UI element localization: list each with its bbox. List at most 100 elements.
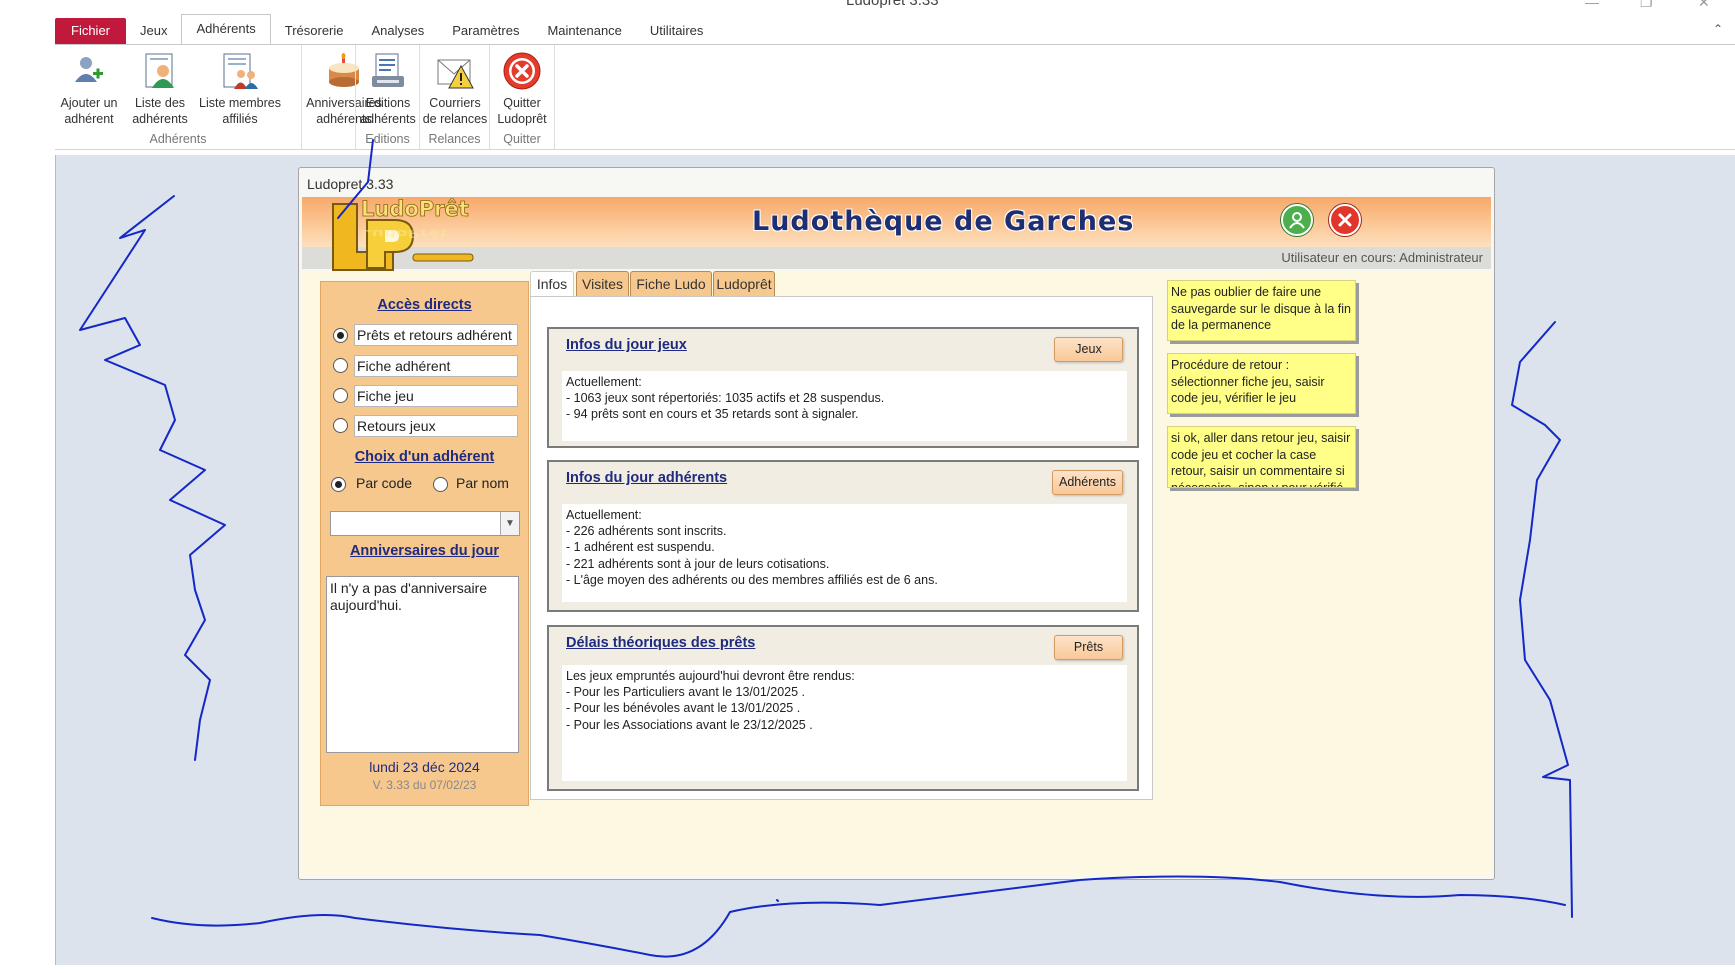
note-backup-reminder: Ne pas oublier de faire une sauvegarde s… bbox=[1167, 280, 1356, 341]
ribbon-group-relances: Courriers de relances Relances bbox=[420, 45, 490, 149]
form-body: Accès directs Prêts et retours adhérent … bbox=[302, 271, 1491, 876]
tab-fichier[interactable]: Fichier bbox=[55, 18, 127, 44]
ribbon-group-label-quitter: Quitter bbox=[503, 132, 541, 146]
member-list-button[interactable]: Liste des adhérents bbox=[127, 51, 193, 127]
tab-analyses[interactable]: Analyses bbox=[358, 18, 439, 44]
by-code-label: Par code bbox=[356, 475, 413, 491]
user-icon bbox=[1289, 212, 1305, 229]
members-line-4: - 221 adhérents sont à jour de leurs cot… bbox=[566, 556, 830, 571]
members-info-title: Infos du jour adhérents bbox=[566, 470, 728, 486]
editions-label-2: adhérents bbox=[360, 112, 416, 126]
affiliated-list-label-2: affiliés bbox=[222, 112, 258, 126]
reminders-label-1: Courriers bbox=[429, 96, 481, 110]
ribbon-group-label-editions: Editions bbox=[365, 132, 410, 146]
tab-maintenance[interactable]: Maintenance bbox=[533, 18, 635, 44]
minimize-icon[interactable]: — bbox=[1585, 0, 1599, 10]
logo-text-reflection: LudoPrêt bbox=[361, 227, 449, 239]
reminders-button[interactable]: Courriers de relances bbox=[421, 51, 489, 127]
editions-button[interactable]: Editions adhérents bbox=[358, 51, 418, 127]
tab-parametres[interactable]: Paramètres bbox=[438, 18, 533, 44]
close-window-icon[interactable]: ✕ bbox=[1698, 0, 1710, 11]
add-member-label-2: adhérent bbox=[64, 112, 114, 126]
direct-access-loans-returns[interactable]: Prêts et retours adhérent bbox=[354, 324, 518, 346]
members-line-1: Actuellement: bbox=[566, 508, 642, 522]
direct-access-heading: Accès directs bbox=[377, 297, 472, 313]
member-select[interactable]: ▼ bbox=[330, 511, 520, 536]
tab-fiche-ludo[interactable]: Fiche Ludo bbox=[630, 271, 712, 297]
ludopret-logo: LudoPrêt LudoPrêt bbox=[327, 196, 475, 278]
by-name-label: Par nom bbox=[456, 475, 509, 491]
collapse-ribbon-icon[interactable]: ⌃ bbox=[1713, 22, 1723, 36]
radio-game-record[interactable] bbox=[333, 388, 348, 403]
version-label: V. 3.33 du 07/02/23 bbox=[372, 778, 477, 792]
games-button[interactable]: Jeux bbox=[1054, 337, 1123, 362]
direct-access-game-record[interactable]: Fiche jeu bbox=[354, 385, 518, 407]
member-list-icon bbox=[140, 51, 180, 91]
loans-info-title: Délais théoriques des prêts bbox=[566, 635, 756, 651]
loans-button[interactable]: Prêts bbox=[1054, 635, 1123, 660]
tab-ludopret[interactable]: Ludoprêt bbox=[713, 271, 775, 297]
tab-infos[interactable]: Infos bbox=[530, 271, 574, 298]
logo-text: LudoPrêt bbox=[361, 197, 469, 221]
affiliated-list-button[interactable]: Liste membres affiliés bbox=[198, 51, 282, 127]
members-button[interactable]: Adhérents bbox=[1052, 470, 1123, 495]
tab-jeux[interactable]: Jeux bbox=[126, 18, 181, 44]
radio-by-code[interactable] bbox=[331, 477, 346, 492]
members-line-2: - 226 adhérents sont inscrits. bbox=[566, 524, 727, 539]
ribbon-tabs: Fichier Jeux Adhérents Trésorerie Analys… bbox=[55, 14, 717, 44]
app-title: Ludopret 3.33 bbox=[846, 0, 939, 9]
restore-icon[interactable]: ❐ bbox=[1640, 0, 1653, 11]
radio-member-record[interactable] bbox=[333, 358, 348, 373]
user-login-button[interactable] bbox=[1281, 204, 1313, 236]
affiliated-list-icon bbox=[220, 51, 260, 91]
add-member-button[interactable]: Ajouter un adhérent bbox=[57, 51, 121, 127]
close-form-button[interactable] bbox=[1329, 204, 1361, 236]
note-return-procedure: Procédure de retour : sélectionner fiche… bbox=[1167, 353, 1356, 414]
add-user-icon bbox=[69, 51, 109, 91]
ribbon-group-editions: Editions adhérents Editions bbox=[355, 45, 420, 149]
radio-by-name[interactable] bbox=[433, 477, 448, 492]
ribbon-group-quitter: Quitter Ludoprêt Quitter bbox=[490, 45, 555, 149]
loans-info-box: Délais théoriques des prêts Prêts Les je… bbox=[547, 625, 1139, 791]
chevron-down-icon[interactable]: ▼ bbox=[500, 512, 519, 535]
left-panel: Accès directs Prêts et retours adhérent … bbox=[320, 281, 529, 806]
games-info-box: Infos du jour jeux Jeux Actuellement: - … bbox=[547, 327, 1139, 448]
tab-visites[interactable]: Visites bbox=[576, 271, 629, 297]
radio-loans-returns[interactable] bbox=[333, 328, 348, 343]
ribbon-body: Ajouter un adhérent Liste des adhérents … bbox=[55, 44, 1735, 150]
members-info-text: Actuellement: - 226 adhérents sont inscr… bbox=[562, 504, 1127, 602]
member-list-label-1: Liste des bbox=[134, 96, 186, 110]
main-form-window: Ludopret 3.33 Ludothèque de Garches Util… bbox=[298, 167, 1495, 880]
ribbon-group-adherents: Ajouter un adhérent Liste des adhérents … bbox=[55, 45, 302, 149]
close-red-icon bbox=[502, 51, 542, 91]
loans-line-4: - Pour les Associations avant le 23/12/2… bbox=[566, 717, 813, 732]
direct-access-member-record[interactable]: Fiche adhérent bbox=[354, 355, 518, 377]
quit-label-1: Quitter bbox=[503, 96, 541, 110]
reminders-label-2: de relances bbox=[422, 112, 488, 126]
member-choice-heading: Choix d'un adhérent bbox=[354, 449, 495, 465]
games-line-2: - 1063 jeux sont répertoriés: 1035 actif… bbox=[566, 391, 885, 406]
direct-access-game-returns[interactable]: Retours jeux bbox=[354, 415, 518, 437]
members-line-5: - L'âge moyen des adhérents ou des membr… bbox=[566, 572, 938, 587]
games-info-text: Actuellement: - 1063 jeux sont répertori… bbox=[562, 371, 1127, 441]
tab-tresorerie[interactable]: Trésorerie bbox=[271, 18, 358, 44]
games-line-3: - 94 prêts sont en cours et 35 retards s… bbox=[566, 407, 859, 422]
loans-line-1: Les jeux empruntés aujourd'hui devront ê… bbox=[566, 669, 855, 683]
quit-ribbon-button[interactable]: Quitter Ludoprêt bbox=[492, 51, 552, 127]
birthdays-textbox[interactable]: Il n'y a pas d'anniversaire aujourd'hui. bbox=[326, 576, 519, 753]
tab-utilitaires[interactable]: Utilitaires bbox=[636, 18, 717, 44]
affiliated-list-label-1: Liste membres bbox=[199, 96, 281, 110]
ribbon-group-label-adherents: Adhérents bbox=[149, 132, 207, 146]
games-line-1: Actuellement: bbox=[566, 375, 642, 389]
tab-adherents[interactable]: Adhérents bbox=[181, 14, 271, 44]
library-title: Ludothèque de Garches bbox=[752, 206, 1135, 237]
loans-line-2: - Pour les Particuliers avant le 13/01/2… bbox=[566, 685, 806, 700]
radio-game-returns[interactable] bbox=[333, 418, 348, 433]
title-bar: Ludopret 3.33 — ❐ ✕ bbox=[0, 0, 1735, 12]
loans-line-3: - Pour les bénévoles avant le 13/01/2025… bbox=[566, 701, 801, 716]
print-icon bbox=[368, 51, 408, 91]
loans-info-text: Les jeux empruntés aujourd'hui devront ê… bbox=[562, 665, 1127, 781]
members-line-3: - 1 adhérent est suspendu. bbox=[566, 540, 715, 555]
members-info-box: Infos du jour adhérents Adhérents Actuel… bbox=[547, 460, 1139, 612]
games-info-title: Infos du jour jeux bbox=[566, 337, 687, 353]
